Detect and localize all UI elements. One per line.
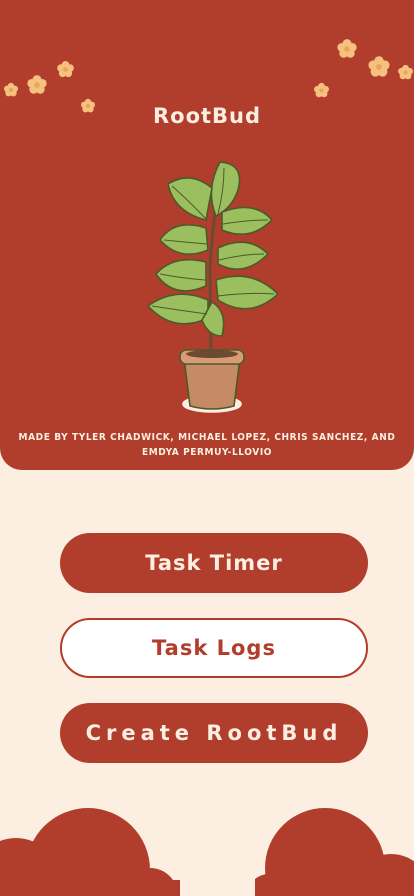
task-timer-button[interactable]: Task Timer [60, 533, 368, 593]
header-banner: RootBud MADE BY TYLER CHADWICK, MICHAEL … [0, 0, 414, 470]
flower-icon [337, 39, 357, 58]
cloud-decoration-right [255, 808, 414, 896]
flower-icon [314, 82, 329, 98]
flower-icon [57, 60, 74, 78]
cloud-decoration-left [0, 808, 180, 896]
create-rootbud-button[interactable]: Create RootBud [60, 703, 368, 763]
credits-text: MADE BY TYLER CHADWICK, MICHAEL LOPEZ, C… [18, 432, 396, 458]
flower-icon [3, 82, 19, 97]
plant-icon [147, 161, 279, 413]
flower-icon [27, 75, 47, 94]
app-title: RootBud [152, 104, 262, 128]
flower-icon [368, 56, 390, 77]
flower-icon [398, 64, 413, 80]
task-logs-button[interactable]: Task Logs [60, 618, 368, 678]
